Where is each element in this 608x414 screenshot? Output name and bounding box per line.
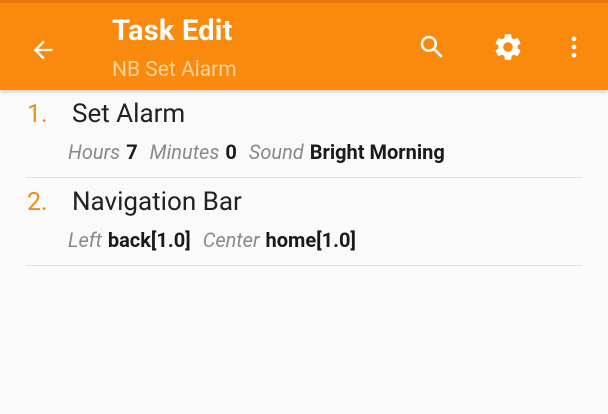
action-params: Hours 7 Minutes 0 Sound Bright Morning	[68, 140, 452, 164]
param-key: Minutes	[149, 140, 220, 164]
param-key: Left	[68, 228, 102, 252]
action-name: Navigation Bar	[72, 187, 242, 217]
search-icon	[420, 35, 443, 58]
more-vert-icon	[571, 36, 577, 58]
action-name: Set Alarm	[72, 99, 186, 129]
action-number: 1.	[27, 100, 48, 129]
gear-icon	[495, 34, 521, 60]
action-list: 1. Set Alarm Hours 7 Minutes 0 Sound Bright…	[0, 90, 608, 266]
back-button[interactable]	[20, 27, 66, 73]
settings-button[interactable]	[486, 25, 530, 69]
action-item-navigation-bar[interactable]: 2. Navigation Bar Left back[1.0] Center ho…	[0, 178, 608, 266]
param-value: 7	[126, 140, 138, 164]
divider	[26, 265, 582, 266]
param-value: Bright Morning	[309, 140, 445, 164]
param-key: Center	[202, 228, 260, 252]
page-subtitle: NB Set Alarm	[112, 58, 237, 82]
param-key: Sound	[248, 140, 304, 164]
search-button[interactable]	[410, 25, 454, 69]
param-value: back[1.0]	[107, 228, 191, 252]
more-options-button[interactable]	[552, 25, 596, 69]
action-params: Left back[1.0] Center home[1.0]	[68, 228, 363, 252]
action-number: 2.	[27, 188, 48, 217]
action-item-set-alarm[interactable]: 1. Set Alarm Hours 7 Minutes 0 Sound Bright…	[0, 90, 608, 178]
arrow-back-icon	[33, 40, 53, 60]
param-value: home[1.0]	[265, 228, 356, 252]
param-value: 0	[225, 140, 237, 164]
page-title: Task Edit	[112, 14, 233, 48]
app-bar: Task Edit NB Set Alarm	[0, 0, 608, 90]
param-key: Hours	[68, 140, 121, 164]
